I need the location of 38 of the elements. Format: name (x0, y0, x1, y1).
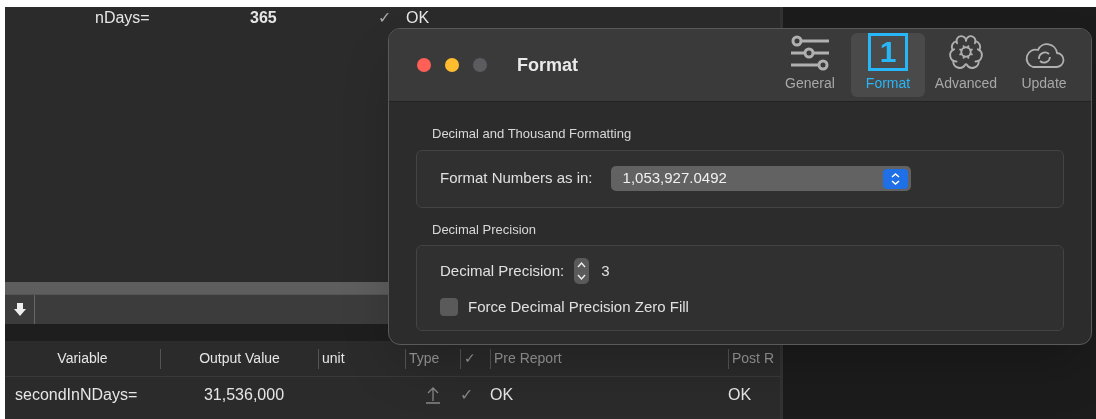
brain-gear-icon (946, 33, 986, 71)
section-heading: Decimal and Thousand Formatting (432, 125, 633, 143)
toolbar-tab[interactable]: General (773, 33, 847, 97)
variable-value: 365 (250, 8, 278, 28)
table-cell-text: OK (490, 385, 515, 405)
column-header[interactable]: Type (409, 348, 440, 369)
status-text: OK (406, 8, 430, 28)
field-label: Decimal Precision: (440, 260, 565, 281)
close-button[interactable] (417, 58, 431, 72)
stepper-control[interactable] (574, 257, 590, 284)
format-popup[interactable]: 1,053,927.0492 (610, 166, 911, 191)
window-title: Format (517, 53, 578, 77)
minimize-button[interactable] (445, 58, 459, 72)
variable-name: nDays= (95, 8, 151, 28)
number-icon: 1 (868, 33, 908, 71)
column-header[interactable]: unit (322, 348, 345, 369)
table-cell-text: OK (728, 385, 753, 405)
table-cell-text: secondInNDays= (14, 385, 139, 405)
column-header[interactable]: Post R (732, 348, 774, 369)
table-cell-text: 31,536,000 (202, 385, 286, 405)
toolbar-tab[interactable]: 1 Format (851, 33, 925, 97)
column-header[interactable]: Pre Report (494, 348, 562, 369)
stepper-value: 3 (601, 260, 610, 281)
section-heading: Decimal Precision (432, 220, 538, 239)
column-header[interactable]: Variable (57, 348, 108, 369)
column-header[interactable]: Output Value (199, 348, 280, 369)
toolbar-tab[interactable]: Update (1007, 33, 1081, 97)
sliders-icon (789, 35, 831, 71)
check-mark: ✓ (460, 385, 474, 405)
down-arrow-icon (13, 302, 26, 317)
column-header[interactable]: ✓ (464, 348, 476, 369)
checkbox-label: Force Decimal Precision Zero Fill (468, 296, 689, 317)
chevron-updown-icon (882, 168, 908, 189)
field-label: Format Numbers as in: (440, 168, 593, 189)
toolbar-tab[interactable]: Advanced (929, 33, 1003, 97)
upload-arrow-icon (424, 386, 441, 404)
check-mark: ✓ (378, 8, 392, 28)
checkbox[interactable] (440, 298, 458, 316)
